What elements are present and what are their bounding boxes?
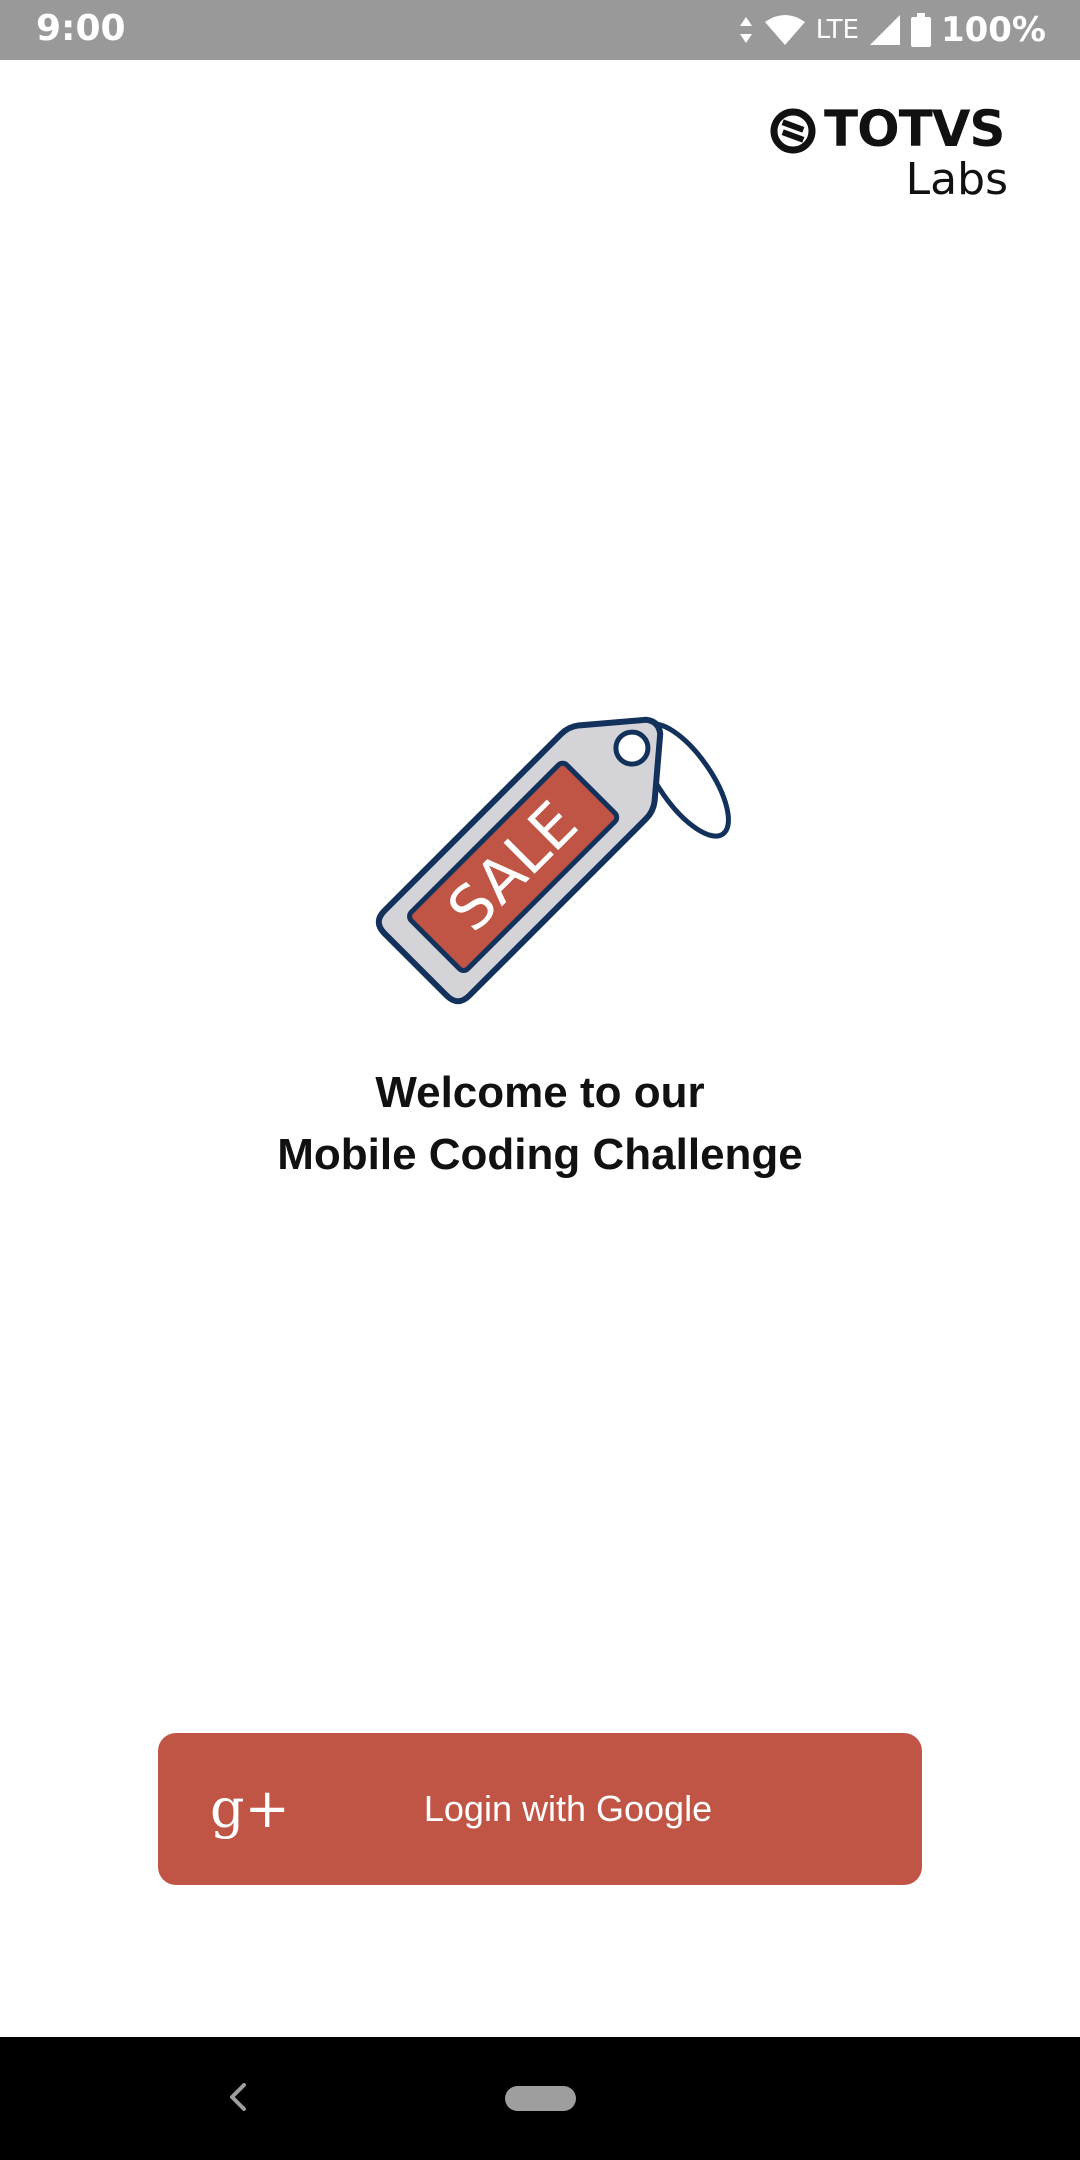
login-button-label: Login with Google xyxy=(423,1788,713,1829)
totvs-logo-icon xyxy=(770,108,816,154)
sale-tag-icon: SALE xyxy=(375,716,731,1005)
login-screen: 9:00 LTE 100% TOTVS Labs SALE Welcome to… xyxy=(0,0,1080,2160)
back-icon[interactable] xyxy=(218,2077,258,2117)
home-pill-icon[interactable] xyxy=(505,2086,576,2111)
status-time: 9:00 xyxy=(36,8,126,49)
signal-icon xyxy=(869,15,900,45)
status-network: LTE xyxy=(815,15,859,45)
battery-icon xyxy=(910,13,931,47)
totvs-labs-logo: TOTVS Labs xyxy=(770,100,1010,205)
logo-wordmark: TOTVS xyxy=(824,100,1005,158)
status-bar: 9:00 LTE 100% xyxy=(0,0,1080,60)
welcome-heading: Welcome to our Mobile Coding Challenge xyxy=(0,1062,1080,1186)
status-icons: LTE 100% xyxy=(738,8,1046,52)
logo-subtitle: Labs xyxy=(905,154,1008,205)
navigation-bar xyxy=(0,2037,1080,2160)
welcome-line-2: Mobile Coding Challenge xyxy=(277,1130,803,1179)
status-battery: 100% xyxy=(940,10,1046,50)
wifi-icon xyxy=(764,15,805,45)
welcome-line-1: Welcome to our xyxy=(375,1068,705,1117)
data-arrows-icon xyxy=(739,17,752,43)
login-with-google-button[interactable]: g+ Login with Google xyxy=(158,1733,922,1885)
